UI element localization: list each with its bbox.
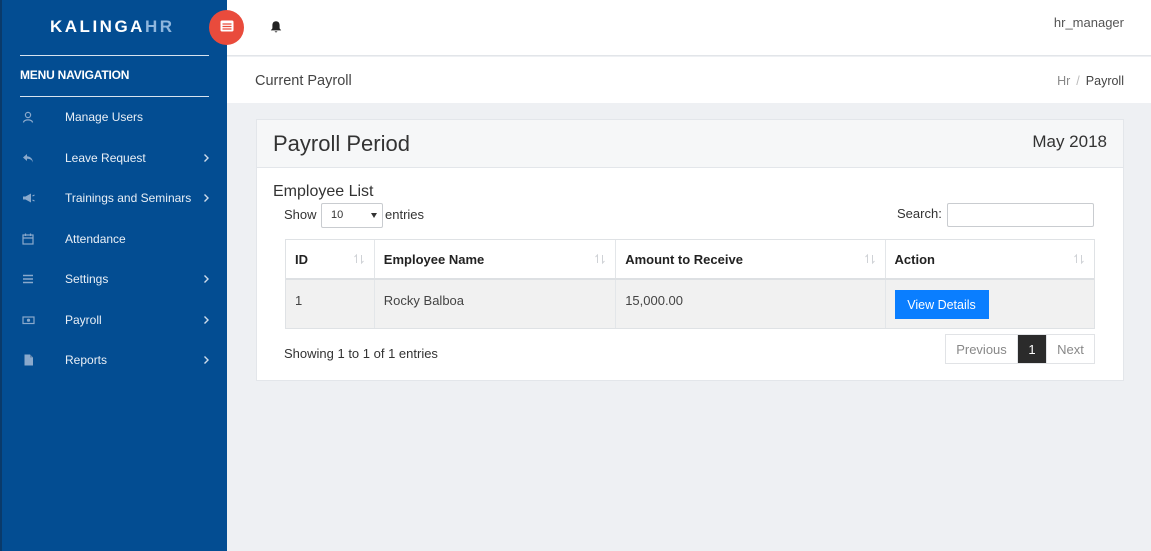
search-input[interactable]	[947, 203, 1094, 227]
breadcrumb-hr[interactable]: Hr	[1057, 74, 1070, 88]
chevron-right-icon	[204, 194, 209, 202]
cell-employee-name: Rocky Balboa	[375, 280, 617, 328]
chevron-right-icon	[204, 316, 209, 324]
sort-icon	[864, 253, 875, 265]
menu-heading: MENU NAVIGATION	[20, 68, 130, 82]
page-1-button[interactable]: 1	[1018, 335, 1046, 363]
column-header-employee-name[interactable]: Employee Name	[375, 240, 617, 278]
user-menu[interactable]: hr_manager	[1054, 15, 1124, 30]
bell-icon[interactable]	[269, 20, 283, 34]
cell-action: View Details	[886, 280, 1094, 328]
entries-select[interactable]: 10	[321, 203, 383, 228]
column-header-amount[interactable]: Amount to Receive	[616, 240, 886, 278]
file-icon	[21, 353, 35, 367]
sidebar-item-payroll[interactable]: Payroll	[2, 303, 227, 337]
payroll-card: Payroll Period May 2018 Employee List Sh…	[256, 119, 1124, 381]
entries-label: entries	[385, 207, 425, 222]
sidebar-item-label: Settings	[65, 272, 109, 286]
next-page-button[interactable]: Next	[1046, 335, 1094, 363]
divider	[20, 96, 209, 97]
sidebar-item-label: Trainings and Seminars	[65, 191, 192, 205]
page-header: Current Payroll Hr / Payroll	[227, 57, 1151, 103]
sidebar: KALINGAHR MENU NAVIGATION Manage Users L…	[0, 0, 227, 551]
employee-table: ID Employee Name Amount to Receive Actio…	[285, 239, 1095, 329]
sidebar-item-settings[interactable]: Settings	[2, 262, 227, 296]
brand-accent: HR	[144, 17, 175, 36]
brand-logo[interactable]: KALINGAHR	[50, 17, 175, 37]
sidebar-item-trainings[interactable]: Trainings and Seminars	[2, 181, 227, 215]
breadcrumb-separator: /	[1076, 74, 1080, 88]
column-header-action[interactable]: Action	[886, 240, 1094, 278]
card-title: Payroll Period	[273, 131, 410, 156]
megaphone-icon	[21, 191, 35, 205]
dropdown-arrow-icon	[371, 213, 377, 218]
column-label: Action	[894, 251, 935, 267]
table-row: 1 Rocky Balboa 15,000.00 View Details	[286, 280, 1094, 328]
entries-value: 10	[331, 209, 344, 221]
sort-icon	[595, 253, 606, 265]
sidebar-item-label: Reports	[65, 353, 108, 367]
sort-icon	[353, 253, 364, 265]
breadcrumb-payroll: Payroll	[1085, 74, 1124, 88]
divider	[20, 55, 209, 56]
column-label: Employee Name	[383, 251, 485, 267]
brand-main: KALINGA	[50, 17, 145, 36]
column-label: ID	[295, 251, 308, 267]
search-label: Search:	[897, 206, 942, 221]
calendar-icon	[21, 232, 35, 246]
chevron-right-icon	[204, 275, 209, 283]
table-info: Showing 1 to 1 of 1 entries	[284, 346, 438, 361]
page-title: Current Payroll	[255, 73, 352, 89]
sidebar-item-label: Manage Users	[65, 110, 144, 124]
sort-icon	[1074, 253, 1084, 265]
breadcrumb: Hr / Payroll	[1057, 74, 1124, 88]
view-details-button[interactable]: View Details	[894, 290, 989, 319]
sidebar-item-label: Attendance	[65, 232, 126, 246]
show-label: Show	[284, 207, 317, 222]
cell-id: 1	[286, 280, 375, 328]
chevron-right-icon	[204, 356, 209, 364]
payroll-period: May 2018	[1032, 132, 1107, 151]
top-bar: hr_manager	[209, 0, 1151, 56]
section-title: Employee List	[273, 183, 374, 200]
column-header-id[interactable]: ID	[286, 240, 375, 278]
menu-icon	[220, 19, 234, 37]
sidebar-item-label: Payroll	[65, 313, 102, 327]
pagination: Previous 1 Next	[945, 334, 1095, 364]
list-icon	[21, 272, 35, 286]
sidebar-item-manage-users[interactable]: Manage Users	[2, 100, 227, 134]
card-header: Payroll Period May 2018	[257, 120, 1123, 168]
sidebar-item-attendance[interactable]: Attendance	[2, 222, 227, 256]
reply-icon	[21, 151, 35, 165]
sidebar-item-label: Leave Request	[65, 151, 146, 165]
previous-page-button[interactable]: Previous	[946, 335, 1018, 363]
user-icon	[21, 110, 35, 124]
money-icon	[21, 313, 35, 327]
sidebar-item-reports[interactable]: Reports	[2, 343, 227, 377]
column-label: Amount to Receive	[625, 251, 743, 267]
sidebar-toggle-button[interactable]	[209, 10, 244, 45]
chevron-right-icon	[204, 154, 209, 162]
cell-amount: 15,000.00	[616, 280, 886, 328]
sidebar-item-leave-request[interactable]: Leave Request	[2, 141, 227, 175]
table-header-row: ID Employee Name Amount to Receive Actio…	[286, 240, 1094, 280]
